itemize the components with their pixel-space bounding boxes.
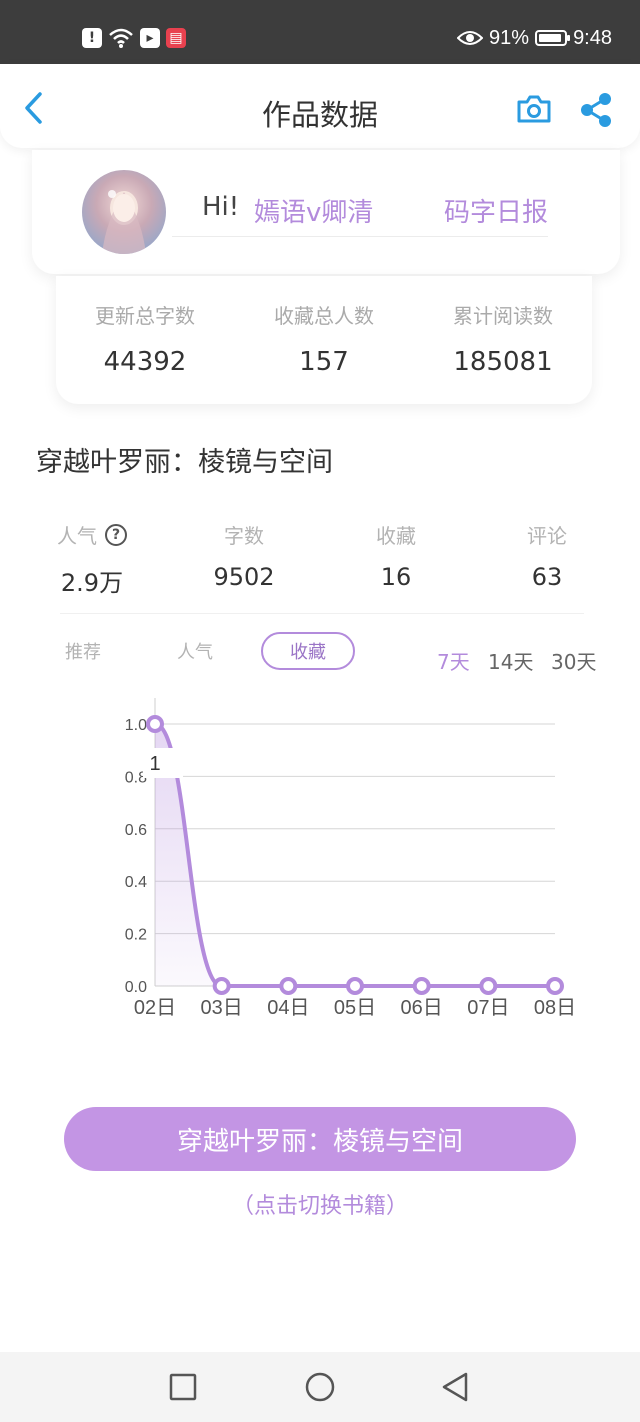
share-button[interactable] — [578, 92, 614, 128]
x-tick-label: 03日 — [201, 997, 243, 1019]
reader-app-icon: ▤ — [166, 28, 186, 48]
x-tick-label: 02日 — [134, 997, 176, 1019]
battery-level — [539, 34, 561, 42]
y-tick-label: 1.0 — [125, 717, 147, 734]
stat-words: 字数 9502 — [174, 520, 314, 591]
stat-label: 人气 — [57, 524, 97, 548]
back-icon — [442, 1372, 468, 1402]
y-tick-label: 0.4 — [125, 874, 147, 891]
total-favorites: 收藏总人数 157 — [235, 300, 413, 377]
total-label: 更新总字数 — [95, 304, 195, 328]
recent-apps-button[interactable] — [166, 1370, 200, 1404]
total-label: 累计阅读数 — [453, 304, 553, 328]
greeting: Hi! — [202, 192, 240, 222]
data-point — [146, 715, 164, 733]
y-tick-label: 0.2 — [125, 927, 147, 944]
switch-book-hint[interactable]: （点击切换书籍） — [0, 1188, 640, 1220]
switch-book-button[interactable]: 穿越叶罗丽：棱镜与空间 — [64, 1107, 576, 1171]
total-value: 157 — [299, 347, 349, 377]
recent-apps-icon — [169, 1373, 197, 1401]
status-notification-icons: ! ▸ ▤ — [82, 26, 186, 50]
totals-card: 更新总字数 44392 收藏总人数 157 累计阅读数 185081 — [56, 276, 592, 404]
stat-value: 63 — [531, 563, 563, 591]
camera-icon — [517, 95, 551, 123]
data-point — [546, 977, 564, 995]
range-7-days[interactable]: 7天 — [437, 646, 470, 675]
total-value: 44392 — [103, 347, 187, 377]
total-value: 185081 — [453, 347, 553, 377]
total-label: 收藏总人数 — [274, 304, 374, 328]
x-tick-label: 07日 — [467, 997, 509, 1019]
stat-label: 评论 — [527, 524, 567, 548]
stat-value: 16 — [380, 563, 412, 591]
wifi-icon — [109, 28, 133, 48]
nav-back-button[interactable] — [438, 1370, 472, 1404]
stat-label: 字数 — [224, 524, 264, 548]
screenshot-button[interactable] — [516, 94, 552, 124]
data-point — [279, 977, 298, 995]
tab-favorites[interactable]: 收藏 — [261, 632, 355, 670]
stat-label: 收藏 — [376, 524, 416, 548]
alert-icon: ! — [82, 28, 102, 48]
battery-icon — [535, 30, 571, 46]
battery-percent: 91% — [489, 26, 530, 49]
data-point — [479, 977, 498, 995]
y-tick-label: 0.6 — [125, 822, 147, 839]
divider — [172, 236, 548, 237]
x-tick-label: 06日 — [401, 997, 443, 1019]
range-14-days[interactable]: 14天 — [488, 646, 533, 675]
y-tick-label: 0.0 — [125, 979, 147, 996]
help-icon[interactable]: ? — [105, 523, 127, 546]
daily-report-link[interactable]: 码字日报 — [444, 192, 548, 229]
data-point — [346, 977, 364, 995]
stat-value: 9502 — [213, 563, 275, 591]
stat-value: 2.9万 — [60, 569, 124, 597]
system-nav-bar — [0, 1352, 640, 1422]
username[interactable]: 嫣语v卿清 — [254, 192, 373, 229]
total-reads: 累计阅读数 185081 — [414, 300, 592, 377]
divider — [60, 613, 584, 614]
eye-icon — [457, 31, 484, 45]
x-tick-label: 05日 — [334, 997, 376, 1019]
share-icon — [581, 93, 611, 127]
status-bar: ! ▸ ▤ 91% 9:48 — [0, 0, 640, 64]
data-point — [412, 977, 431, 995]
range-30-days[interactable]: 30天 — [551, 646, 596, 675]
series-line — [154, 722, 555, 988]
profile-card: Hi! 嫣语v卿清 码字日报 — [32, 150, 620, 274]
tab-popularity[interactable]: 人气 — [164, 632, 226, 670]
avatar[interactable] — [82, 170, 166, 254]
x-tick-label: 04日 — [267, 997, 309, 1019]
total-words: 更新总字数 44392 — [56, 300, 234, 377]
x-tick-label: 08日 — [534, 997, 576, 1019]
home-icon — [305, 1372, 335, 1402]
home-button[interactable] — [303, 1370, 337, 1404]
stat-favorites: 收藏 16 — [326, 520, 466, 591]
stat-comments: 评论 63 — [477, 520, 617, 591]
book-title: 穿越叶罗丽：棱镜与空间 — [36, 447, 333, 478]
data-point — [212, 977, 231, 995]
data-label: 1 — [149, 753, 160, 775]
favorites-chart: 0.00.20.40.60.81.0102日 03日 04日 05日 06日 07日 08日 — [125, 698, 576, 1019]
status-system-info: 91% 9:48 — [457, 24, 612, 52]
tab-recommend[interactable]: 推荐 — [52, 632, 114, 670]
stat-popularity: 人气? 2.9万 — [22, 520, 162, 598]
avatar-image — [82, 170, 166, 254]
series-area — [155, 724, 555, 986]
app-header: 作品数据 — [0, 64, 640, 148]
app-notification-icon: ▸ — [140, 28, 160, 48]
clock: 9:48 — [573, 26, 612, 49]
